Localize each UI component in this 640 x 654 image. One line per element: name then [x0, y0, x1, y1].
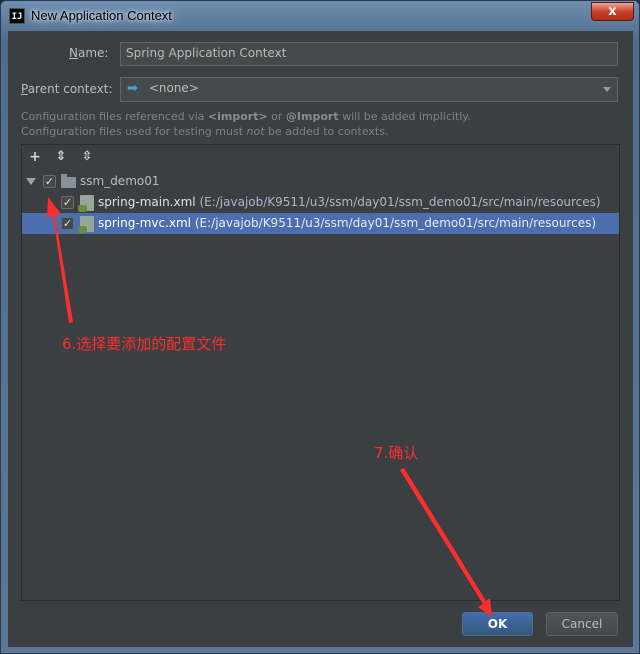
annotation-arrow-up [47, 197, 73, 323]
annotation-arrows [47, 197, 492, 617]
annotation-arrow-down [400, 468, 492, 617]
